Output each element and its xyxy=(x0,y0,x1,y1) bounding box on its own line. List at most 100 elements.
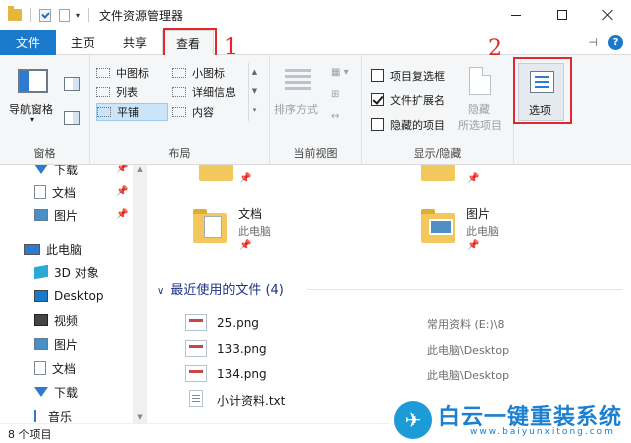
tiles-icon xyxy=(97,107,111,117)
maximize-icon xyxy=(557,10,567,20)
new-folder-icon[interactable] xyxy=(59,8,70,22)
navigation-scrollbar[interactable]: ▲ ▼ xyxy=(133,165,147,423)
expand-icon[interactable]: ▾ xyxy=(249,101,260,120)
sort-by-button[interactable]: 排序方式 xyxy=(274,101,318,117)
nav-item-downloads-pinned[interactable]: 下载 xyxy=(34,165,78,180)
properties-icon[interactable] xyxy=(39,8,51,22)
file-name: 134.png xyxy=(217,367,267,381)
sort-icon[interactable] xyxy=(285,69,311,99)
music-icon xyxy=(34,410,42,422)
pin-icon: 📌 xyxy=(467,240,480,251)
tiles-label: 平铺 xyxy=(117,106,139,119)
item-checkboxes-checkbox[interactable] xyxy=(371,69,384,82)
navigation-pane-icon[interactable] xyxy=(18,69,48,93)
scroll-down-icon[interactable]: ▼ xyxy=(249,82,260,101)
chevron-down-icon[interactable]: ∨ xyxy=(157,286,164,297)
layout-options: 中图标 小图标 列表 详细信息 平铺 内容 xyxy=(94,63,244,123)
hide-selected-icon[interactable] xyxy=(469,67,491,95)
tab-file[interactable]: 文件 xyxy=(0,30,56,55)
pictures-folder-icon[interactable] xyxy=(421,209,455,243)
file-row[interactable]: 133.png 此电脑\Desktop xyxy=(185,338,625,360)
pin-ribbon-icon[interactable]: ⊣ xyxy=(588,36,598,49)
nav-item-label: 下载 xyxy=(54,165,79,177)
text-file-icon xyxy=(189,390,203,407)
step-2-annotation: 2 xyxy=(488,36,502,61)
recent-files-title: 最近使用的文件 (4) xyxy=(170,283,284,298)
nav-item-label: 3D 对象 xyxy=(54,265,99,280)
current-view-group-label: 当前视图 xyxy=(293,147,338,160)
nav-item-documents[interactable]: 文档 xyxy=(34,357,76,379)
folder-icon[interactable] xyxy=(199,165,233,181)
minimize-button[interactable] xyxy=(493,0,539,30)
nav-item-pictures-pinned[interactable]: 图片 xyxy=(34,204,78,226)
customize-quick-access-dropdown[interactable]: ▾ xyxy=(76,11,80,20)
panes-group-label: 窗格 xyxy=(33,147,56,160)
group-by-icon[interactable]: ▦ ▾ xyxy=(331,67,349,78)
show-hide-group-label: 显示/隐藏 xyxy=(413,147,462,160)
file-location: 此电脑\Desktop xyxy=(427,369,510,382)
item-count: 8 个项目 xyxy=(8,428,52,441)
scroll-down-icon[interactable]: ▼ xyxy=(133,413,147,421)
bird-logo-icon: ✈ xyxy=(394,401,432,439)
list-label: 列表 xyxy=(116,86,138,99)
nav-item-desktop[interactable]: Desktop xyxy=(34,285,104,307)
picture-icon xyxy=(34,338,48,350)
file-extensions-checkbox[interactable] xyxy=(371,93,384,106)
details-pane-icon[interactable] xyxy=(64,111,80,125)
list-icon xyxy=(96,87,110,97)
close-button[interactable] xyxy=(585,0,631,30)
watermark: ✈ 白云一键重装系统 www.baiyunxitong.com xyxy=(390,398,631,443)
tab-home[interactable]: 主页 xyxy=(58,30,108,55)
nav-item-music[interactable]: 音乐 xyxy=(34,405,72,423)
nav-item-pictures[interactable]: 图片 xyxy=(34,333,78,355)
folder-icon[interactable] xyxy=(421,165,455,181)
nav-item-this-pc[interactable]: 此电脑 xyxy=(24,238,82,260)
ribbon-tab-row: 文件 主页 共享 查看 ⊣ ? xyxy=(0,30,631,56)
size-columns-icon[interactable]: ↔ xyxy=(331,111,339,122)
window-controls xyxy=(493,0,631,30)
documents-folder-icon[interactable] xyxy=(193,209,227,243)
list-option[interactable]: 列表 xyxy=(96,83,168,101)
image-file-icon xyxy=(185,314,207,331)
layout-scroll[interactable]: ▲ ▼ ▾ xyxy=(248,63,260,121)
folder-location: 此电脑 xyxy=(238,225,271,238)
nav-item-documents-pinned[interactable]: 文档 xyxy=(34,181,76,203)
picture-icon xyxy=(34,209,48,221)
panes-group: 导航窗格 ▾ 窗格 xyxy=(0,55,90,165)
separator xyxy=(30,8,31,22)
nav-item-downloads[interactable]: 下载 xyxy=(34,381,78,403)
folder-name[interactable]: 图片 xyxy=(466,205,490,222)
folder-name[interactable]: 文档 xyxy=(238,205,262,222)
nav-item-3d-objects[interactable]: 3D 对象 xyxy=(34,261,99,283)
file-row[interactable]: 25.png 常用资料 (E:)\8 xyxy=(185,312,625,334)
chevron-down-icon[interactable]: ▾ xyxy=(30,115,34,124)
maximize-button[interactable] xyxy=(539,0,585,30)
content-label: 内容 xyxy=(192,106,214,119)
nav-item-label: Desktop xyxy=(54,289,104,303)
scroll-up-icon[interactable]: ▲ xyxy=(249,63,260,82)
small-icons-option[interactable]: 小图标 xyxy=(172,64,242,82)
nav-item-videos[interactable]: 视频 xyxy=(34,309,78,331)
add-columns-icon[interactable]: ⊞ xyxy=(331,89,339,100)
content-option[interactable]: 内容 xyxy=(172,103,242,121)
tab-share[interactable]: 共享 xyxy=(110,30,160,55)
medium-icons-option[interactable]: 中图标 xyxy=(96,64,168,82)
folder-app-icon xyxy=(8,6,22,21)
tiles-option[interactable]: 平铺 xyxy=(96,103,168,121)
help-icon[interactable]: ? xyxy=(608,35,623,50)
minimize-icon xyxy=(511,14,521,16)
details-option[interactable]: 详细信息 xyxy=(172,83,242,101)
details-icon xyxy=(172,87,186,97)
title-bar: ▾ 文件资源管理器 xyxy=(0,0,631,30)
hide-selected-label-2[interactable]: 所选项目 xyxy=(458,117,502,133)
scroll-up-icon[interactable]: ▲ xyxy=(133,165,147,173)
image-file-icon xyxy=(185,365,207,382)
recent-files-header[interactable]: ∨ 最近使用的文件 (4) xyxy=(157,279,284,298)
hide-selected-label-1[interactable]: 隐藏 xyxy=(468,101,490,117)
file-row[interactable]: 134.png 此电脑\Desktop xyxy=(185,363,625,385)
medium-icons-icon xyxy=(96,68,110,78)
navigation-pane: 下载 📌 文档 📌 图片 📌 此电脑 3D 对象 Desktop 视频 图片 文… xyxy=(0,165,133,423)
file-name: 小计资料.txt xyxy=(217,394,286,408)
hidden-items-checkbox[interactable] xyxy=(371,118,384,131)
preview-pane-icon[interactable] xyxy=(64,77,80,91)
